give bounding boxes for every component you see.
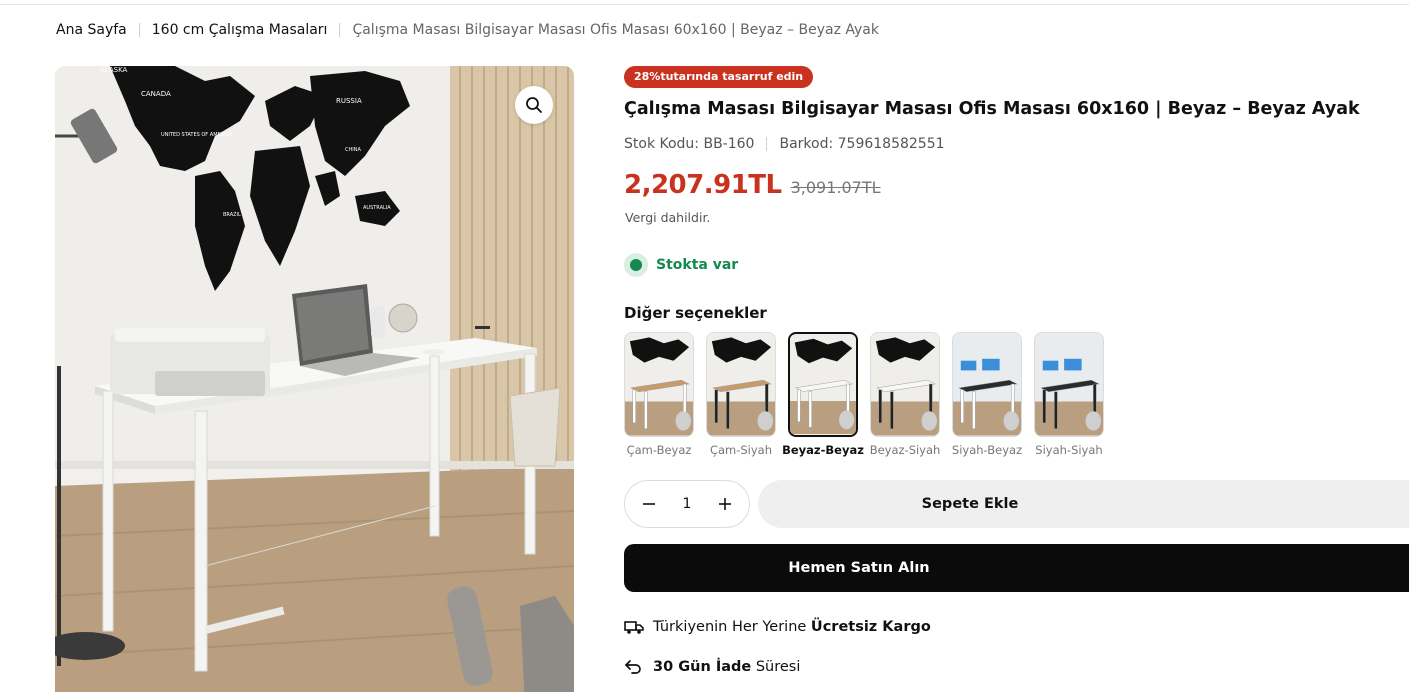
return-arrow-icon: [625, 660, 641, 674]
variant-thumbnail[interactable]: [788, 332, 858, 437]
variant-label: Çam-Beyaz: [626, 443, 692, 457]
stock-status: Stokta var: [624, 253, 738, 277]
map-label: UNITED STATES OF AMERICA: [161, 132, 233, 138]
variant-option[interactable]: Siyah-Beyaz: [952, 332, 1022, 457]
variant-image: [871, 333, 939, 436]
shipping-text: Türkiyenin Her Yerine: [653, 619, 811, 635]
variant-options: Çam-Beyaz Çam-Siyah Beyaz-Beyaz Beyaz-Si…: [624, 332, 1104, 457]
product-title: Çalışma Masası Bilgisayar Masası Ofis Ma…: [624, 99, 1360, 119]
map-label: ALASKA: [100, 66, 128, 74]
map-label: AUSTRALIA: [363, 205, 391, 211]
variant-option[interactable]: Beyaz-Siyah: [870, 332, 940, 457]
product-image[interactable]: ALASKA CANADA RUSSIA UNITED STATES OF AM…: [55, 66, 574, 692]
increase-quantity-button[interactable]: [715, 494, 735, 514]
variant-image: [1035, 333, 1103, 436]
variant-image: [707, 333, 775, 436]
variant-option[interactable]: Çam-Beyaz: [624, 332, 694, 457]
variant-thumbnail[interactable]: [952, 332, 1022, 437]
original-price: 3,091.07TL: [790, 178, 881, 197]
variant-image: [953, 333, 1021, 436]
variant-option[interactable]: Çam-Siyah: [706, 332, 776, 457]
variant-label: Siyah-Beyaz: [951, 443, 1023, 457]
buy-now-button[interactable]: Hemen Satın Alın: [624, 544, 1409, 592]
sale-price: 2,207.91TL: [624, 170, 782, 200]
map-label: RUSSIA: [336, 97, 362, 105]
product-photo: ALASKA CANADA RUSSIA UNITED STATES OF AM…: [55, 66, 574, 692]
free-shipping-info: Türkiyenin Her Yerine Ücretsiz Kargo: [624, 618, 931, 636]
price-block: 2,207.91TL 3,091.07TL: [624, 170, 881, 200]
options-title: Diğer seçenekler: [624, 304, 767, 322]
variant-label: Çam-Siyah: [709, 443, 773, 457]
product-meta: Stok Kodu: BB-160 Barkod: 759618582551: [624, 136, 945, 152]
plus-icon: [718, 498, 731, 510]
quantity-stepper: 1: [624, 480, 750, 528]
variant-thumbnail[interactable]: [706, 332, 776, 437]
variant-thumbnail[interactable]: [624, 332, 694, 437]
breadcrumb-current: Çalışma Masası Bilgisayar Masası Ofis Ma…: [352, 22, 879, 38]
meta-separator: [766, 137, 768, 151]
barcode: Barkod: 759618582551: [779, 136, 945, 152]
variant-thumbnail[interactable]: [870, 332, 940, 437]
variant-option-selected[interactable]: Beyaz-Beyaz: [782, 332, 864, 457]
add-to-cart-label: Sepete Ekle: [921, 496, 1019, 512]
tax-note: Vergi dahildir.: [625, 210, 711, 225]
return-policy-info: 30 Gün İade Süresi: [624, 658, 800, 676]
shipping-highlight: Ücretsiz Kargo: [810, 619, 931, 635]
minus-icon: [643, 503, 655, 505]
variant-image: [790, 335, 856, 434]
variant-label: Siyah-Siyah: [1035, 443, 1103, 457]
quantity-value[interactable]: 1: [683, 496, 692, 512]
truck-icon: [624, 621, 644, 634]
stock-status-label: Stokta var: [656, 257, 739, 273]
map-label: CANADA: [141, 90, 171, 98]
breadcrumb-category[interactable]: 160 cm Çalışma Masaları: [152, 22, 328, 38]
add-to-cart-button[interactable]: Sepete Ekle: [758, 480, 1409, 528]
discount-badge: 28%tutarında tasarruf edin: [624, 66, 814, 88]
zoom-button[interactable]: [515, 86, 553, 124]
return-text: Süresi: [751, 659, 801, 675]
top-divider: [0, 4, 1409, 5]
breadcrumb-separator: [339, 23, 341, 37]
magnifier-icon: [526, 97, 542, 113]
buy-now-label: Hemen Satın Alın: [788, 560, 930, 576]
variant-thumbnail[interactable]: [1034, 332, 1104, 437]
breadcrumb-home[interactable]: Ana Sayfa: [56, 22, 127, 38]
map-label: BRAZIL: [223, 212, 241, 218]
map-label: CHINA: [345, 147, 361, 153]
stock-code: Stok Kodu: BB-160: [624, 136, 755, 152]
breadcrumb-separator: [138, 23, 140, 37]
variant-image: [625, 333, 693, 436]
variant-option[interactable]: Siyah-Siyah: [1034, 332, 1104, 457]
return-highlight: 30 Gün İade: [653, 659, 752, 675]
variant-label: Beyaz-Beyaz: [782, 443, 864, 457]
stock-indicator-icon: [624, 253, 648, 277]
breadcrumb: Ana Sayfa 160 cm Çalışma Masaları Çalışm…: [56, 22, 879, 38]
variant-label: Beyaz-Siyah: [869, 443, 941, 457]
decrease-quantity-button[interactable]: [639, 494, 659, 514]
